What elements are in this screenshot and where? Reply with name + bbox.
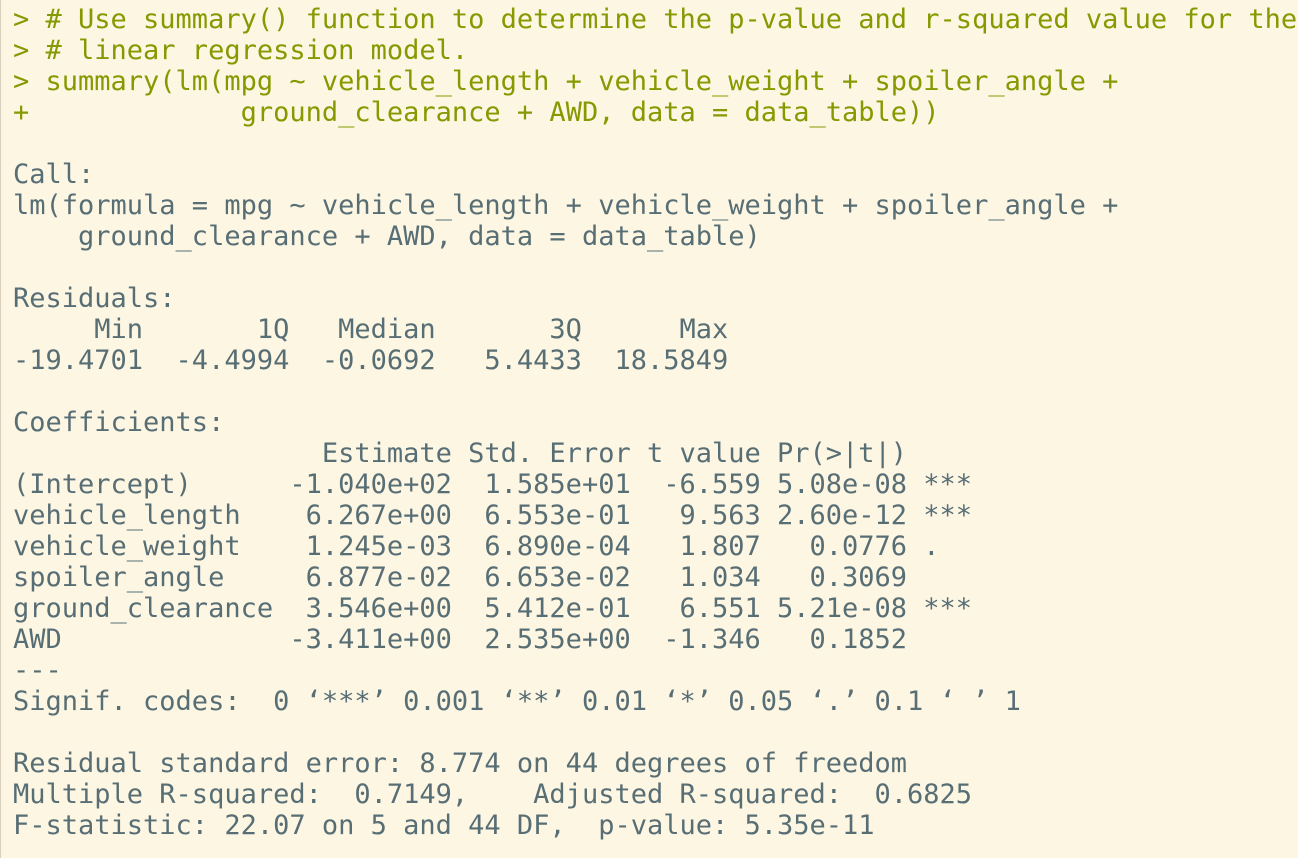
console-input-line: > # linear regression model. (13, 35, 469, 66)
console-output-line: Estimate Std. Error t value Pr(>|t|) (13, 438, 973, 469)
console-input-line: > # Use summary() function to determine … (13, 4, 1298, 35)
console-output-line: Min 1Q Median 3Q Max (13, 314, 729, 345)
console-output-line: (Intercept) -1.040e+02 1.585e+01 -6.559 … (13, 469, 973, 500)
console-output-line: Residual standard error: 8.774 on 44 deg… (13, 748, 908, 779)
r-console[interactable]: > # Use summary() function to determine … (0, 0, 1298, 858)
console-output-line: --- (13, 655, 62, 686)
console-output-line: ground_clearance 3.546e+00 5.412e-01 6.5… (13, 593, 973, 624)
console-output-line: lm(formula = mpg ~ vehicle_length + vehi… (13, 190, 1119, 221)
console-output-line: -19.4701 -4.4994 -0.0692 5.4433 18.5849 (13, 345, 729, 376)
console-output-line: vehicle_length 6.267e+00 6.553e-01 9.563… (13, 500, 973, 531)
console-output-line: F-statistic: 22.07 on 5 and 44 DF, p-val… (13, 810, 875, 841)
console-output-line: ground_clearance + AWD, data = data_tabl… (13, 221, 761, 252)
console-output-line: Signif. codes: 0 ‘***’ 0.001 ‘**’ 0.01 ‘… (13, 686, 1021, 717)
console-output-line: Coefficients: (13, 407, 225, 438)
console-input-line: + ground_clearance + AWD, data = data_ta… (13, 97, 940, 128)
console-output-line: Residuals: (13, 283, 176, 314)
console-output-line: spoiler_angle 6.877e-02 6.653e-02 1.034 … (13, 562, 973, 593)
console-output-line: Multiple R-squared: 0.7149, Adjusted R-s… (13, 779, 989, 810)
console-output-line: AWD -3.411e+00 2.535e+00 -1.346 0.1852 (13, 624, 973, 655)
console-input-line: > summary(lm(mpg ~ vehicle_length + vehi… (13, 66, 1119, 97)
console-output: > # Use summary() function to determine … (13, 4, 1298, 841)
console-output-line: Call: (13, 159, 95, 190)
console-output-line: vehicle_weight 1.245e-03 6.890e-04 1.807… (13, 531, 973, 562)
